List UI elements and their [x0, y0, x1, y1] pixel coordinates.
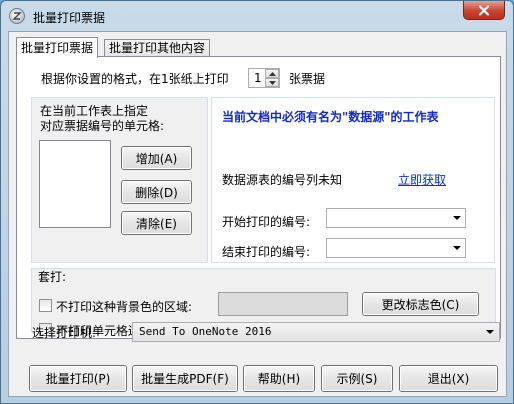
cell-selector-label-line1: 在当前工作表上指定 — [40, 104, 149, 118]
overprint-label: 套打: — [38, 270, 67, 284]
dialog-body: 批量打印票据 批量打印其他内容 根据你设置的格式，在1张纸上打印 1 张票据 在… — [8, 31, 507, 397]
app-logo-icon — [9, 8, 25, 24]
dialog-window: 批量打印票据 批量打印票据 批量打印其他内容 根据你设置的格式，在1张纸上打印 … — [0, 0, 514, 404]
no-bg-color-label: 不打印这种背景色的区域: — [56, 300, 193, 314]
start-number-label: 开始打印的编号: — [222, 215, 311, 229]
spin-down-icon[interactable] — [265, 78, 279, 87]
end-number-label: 结束打印的编号: — [222, 245, 311, 259]
printer-select[interactable]: Send To OneNote 2016 — [132, 322, 500, 342]
color-swatch — [218, 292, 348, 316]
exit-button[interactable]: 退出(X) — [399, 365, 498, 392]
start-number-combo[interactable] — [326, 208, 466, 228]
close-button[interactable] — [463, 1, 505, 20]
data-source-group: 当前文档中必须有名为"数据源"的工作表 数据源表的编号列未知 立即获取 开始打印… — [211, 97, 495, 263]
chevron-down-icon — [453, 246, 461, 250]
cell-selector-label: 在当前工作表上指定 对应票据编号的单元格: — [40, 104, 164, 134]
batch-pdf-button[interactable]: 批量生成PDF(F) — [132, 365, 238, 392]
help-button[interactable]: 帮助(H) — [243, 365, 315, 392]
tab-batch-tickets[interactable]: 批量打印票据 — [16, 37, 99, 58]
clear-button[interactable]: 清除(E) — [121, 211, 192, 235]
printer-value: Send To OneNote 2016 — [139, 325, 272, 338]
data-source-status: 数据源表的编号列未知 — [222, 173, 343, 187]
cell-selector-label-line2: 对应票据编号的单元格: — [40, 119, 165, 133]
tab-panel: 根据你设置的格式，在1张纸上打印 1 张票据 在当前工作表上指定 对应票据编号的… — [16, 56, 501, 339]
cell-selector-group: 在当前工作表上指定 对应票据编号的单元格: 增加(A) 删除(D) 清除(E) — [31, 97, 208, 263]
copies-stepper[interactable] — [265, 69, 279, 87]
no-bg-color-checkbox[interactable] — [39, 299, 52, 312]
window-title: 批量打印票据 — [33, 11, 106, 25]
copies-suffix: 张票据 — [289, 72, 326, 86]
printer-label: 选择打印机: — [32, 326, 97, 340]
add-button[interactable]: 增加(A) — [121, 146, 192, 170]
batch-print-button[interactable]: 批量打印(P) — [29, 365, 127, 392]
example-button[interactable]: 示例(S) — [321, 365, 393, 392]
delete-button[interactable]: 删除(D) — [121, 180, 192, 204]
change-color-button[interactable]: 更改标志色(C) — [362, 292, 479, 316]
title-bar[interactable]: 批量打印票据 — [1, 1, 513, 31]
data-source-title: 当前文档中必须有名为"数据源"的工作表 — [222, 110, 439, 124]
end-number-combo[interactable] — [326, 238, 466, 258]
fetch-now-link[interactable]: 立即获取 — [398, 171, 446, 188]
copies-prefix: 根据你设置的格式，在1张纸上打印 — [41, 72, 229, 86]
cell-list[interactable] — [39, 140, 111, 228]
spin-up-icon[interactable] — [265, 69, 279, 78]
close-icon — [478, 4, 490, 16]
chevron-down-icon — [453, 216, 461, 220]
chevron-down-icon — [486, 330, 494, 334]
